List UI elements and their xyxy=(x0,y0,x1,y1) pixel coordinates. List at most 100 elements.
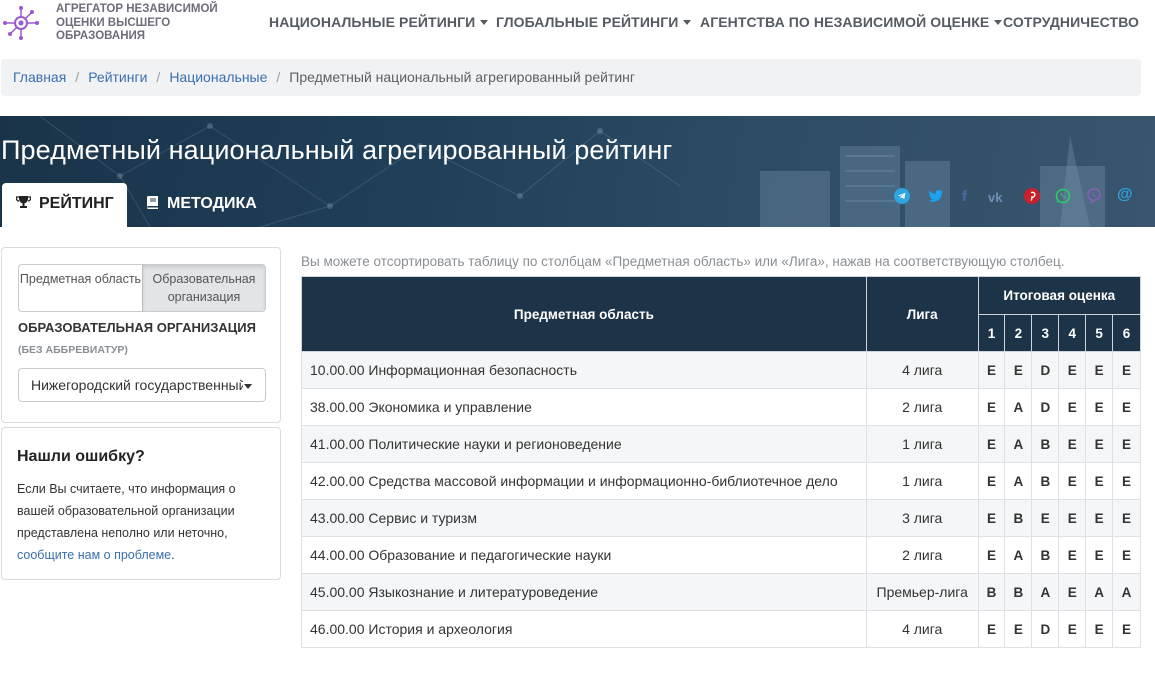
breadcrumb-home[interactable]: Главная xyxy=(13,69,66,85)
subject-cell: 45.00.00 Языкознание и литературоведение xyxy=(301,573,867,611)
grade-cell[interactable]: B xyxy=(1031,425,1060,463)
col-grade: 5 xyxy=(1085,314,1114,352)
viber-icon[interactable] xyxy=(1086,188,1102,204)
grade-cell[interactable]: E xyxy=(1031,499,1060,537)
subject-cell: 44.00.00 Образование и педагогические на… xyxy=(301,536,867,574)
table-row: 44.00.00 Образование и педагогические на… xyxy=(301,536,1141,574)
grade-cell[interactable]: A xyxy=(1004,388,1033,426)
toggle-educational-organization[interactable]: Образовательная организация xyxy=(142,265,265,311)
view-toggle: Предметная область Образовательная орган… xyxy=(18,264,266,312)
table-row: 42.00.00 Средства массовой информации и … xyxy=(301,462,1141,500)
rating-table: Предметная область Лига Итоговая оценка … xyxy=(301,276,1142,648)
grade-cell[interactable]: A xyxy=(1031,573,1060,611)
nav-global-ratings[interactable]: ГЛОБАЛЬНЫЕ РЕЙТИНГИ xyxy=(496,14,692,30)
grade-cell[interactable]: E xyxy=(977,388,1006,426)
nav-agencies[interactable]: АГЕНТСТВА ПО НЕЗАВИСИМОЙ ОЦЕНКЕ xyxy=(700,14,1003,30)
org-select[interactable]: Нижегородский государственный университе… xyxy=(18,368,266,402)
grade-cell: E xyxy=(1058,499,1087,537)
grade-cell: E xyxy=(1112,462,1141,500)
grade-cell: E xyxy=(1112,425,1141,463)
grade-cell: E xyxy=(1112,351,1141,389)
league-cell: 4 лига xyxy=(865,351,979,389)
breadcrumb-ratings[interactable]: Рейтинги xyxy=(88,69,147,85)
tab-rating[interactable]: РЕЙТИНГ xyxy=(2,183,127,227)
table-row: 46.00.00 История и археология 4 лига E E D E E… xyxy=(301,610,1141,648)
grade-cell[interactable]: E xyxy=(977,536,1006,574)
whatsapp-icon[interactable] xyxy=(1055,188,1071,204)
breadcrumb-separator: / xyxy=(75,69,80,85)
grade-cell[interactable]: B xyxy=(1031,536,1060,574)
league-cell: 2 лига xyxy=(865,388,979,426)
grade-cell[interactable]: A xyxy=(1085,573,1114,611)
breadcrumb: Главная / Рейтинги / Национальные / Предметный… xyxy=(1,59,1141,96)
grade-cell[interactable]: B xyxy=(1004,499,1033,537)
table-row: 38.00.00 Экономика и управление 2 лига E A D… xyxy=(301,388,1141,426)
org-section-subtitle: (БЕЗ АББРЕВИАТУР) xyxy=(18,344,128,356)
grade-cell[interactable]: E xyxy=(977,462,1006,500)
tab-methodology[interactable]: МЕТОДИКА xyxy=(145,183,257,227)
logo-text[interactable]: АГРЕГАТОР НЕЗАВИСИМОЙ ОЦЕНКИ ВЫСШЕГО ОБР… xyxy=(56,3,231,44)
page-title: Предметный национальный агрегированный р… xyxy=(1,135,673,165)
grade-cell[interactable]: D xyxy=(1031,351,1060,389)
logo-icon[interactable] xyxy=(2,4,40,42)
nav-cooperation[interactable]: СОТРУДНИЧЕСТВО xyxy=(1003,14,1139,30)
table-row: 41.00.00 Политические науки и регионовед… xyxy=(301,425,1141,463)
grade-cell[interactable]: D xyxy=(1031,610,1060,648)
grade-cell: E xyxy=(1085,388,1114,426)
report-problem-link[interactable]: сообщите нам о проблеме xyxy=(17,548,171,562)
grade-cell: E xyxy=(1085,536,1114,574)
facebook-icon[interactable]: f xyxy=(962,188,967,205)
toggle-subject-area[interactable]: Предметная область xyxy=(19,265,142,311)
telegram-icon[interactable] xyxy=(894,188,910,204)
col-final-grade: Итоговая оценка xyxy=(977,276,1142,315)
pinterest-icon[interactable] xyxy=(1024,188,1040,204)
grade-cell: E xyxy=(1112,499,1141,537)
grade-cell: E xyxy=(1085,462,1114,500)
caret-down-icon xyxy=(244,384,252,389)
breadcrumb-national[interactable]: Национальные xyxy=(169,69,267,85)
grade-cell[interactable]: E xyxy=(977,425,1006,463)
grade-cell[interactable]: E xyxy=(977,499,1006,537)
email-icon[interactable]: @ xyxy=(1117,186,1133,204)
grade-cell: E xyxy=(1058,425,1087,463)
grade-cell[interactable]: E xyxy=(1004,610,1033,648)
grade-cell[interactable]: D xyxy=(1031,388,1060,426)
grade-cell: E xyxy=(1112,536,1141,574)
grade-cell: B xyxy=(977,573,1006,611)
league-cell: 1 лига xyxy=(865,425,979,463)
subject-cell: 38.00.00 Экономика и управление xyxy=(301,388,867,426)
grade-cell[interactable]: B xyxy=(1031,462,1060,500)
grade-cell: B xyxy=(1004,573,1033,611)
grade-cell: E xyxy=(1085,610,1114,648)
trophy-icon xyxy=(16,196,31,208)
grade-cell: E xyxy=(1085,351,1114,389)
league-cell: 4 лига xyxy=(865,610,979,648)
grade-cell[interactable]: A xyxy=(1112,573,1141,611)
grade-cell: E xyxy=(1058,462,1087,500)
table-row: 45.00.00 Языкознание и литературоведение… xyxy=(301,573,1141,611)
col-subject-area[interactable]: Предметная область xyxy=(301,276,867,352)
grade-cell: E xyxy=(1058,388,1087,426)
grade-cell[interactable]: E xyxy=(977,351,1006,389)
grade-cell[interactable]: A xyxy=(1004,536,1033,574)
grade-cell[interactable]: E xyxy=(1004,351,1033,389)
col-grade: 2 xyxy=(1004,314,1033,352)
caret-down-icon xyxy=(480,20,489,25)
breadcrumb-separator: / xyxy=(276,69,281,85)
nav-national-ratings[interactable]: НАЦИОНАЛЬНЫЕ РЕЙТИНГИ xyxy=(269,14,489,30)
col-grade: 4 xyxy=(1058,314,1087,352)
grade-cell[interactable]: E xyxy=(977,610,1006,648)
grade-cell[interactable]: A xyxy=(1004,462,1033,500)
sort-hint: Вы можете отсортировать таблицу по столб… xyxy=(301,254,1065,269)
grade-cell: E xyxy=(1112,388,1141,426)
col-grade: 6 xyxy=(1112,314,1141,352)
col-league[interactable]: Лига xyxy=(865,276,979,352)
grade-cell: E xyxy=(1112,610,1141,648)
twitter-icon[interactable] xyxy=(928,188,944,204)
league-cell: 1 лига xyxy=(865,462,979,500)
org-section-title: ОБРАЗОВАТЕЛЬНАЯ ОРГАНИЗАЦИЯ xyxy=(18,320,256,335)
hero-banner: Предметный национальный агрегированный р… xyxy=(0,116,1155,227)
vk-icon[interactable]: vk xyxy=(988,190,1002,205)
grade-cell[interactable]: A xyxy=(1004,425,1033,463)
grade-cell: E xyxy=(1058,610,1087,648)
